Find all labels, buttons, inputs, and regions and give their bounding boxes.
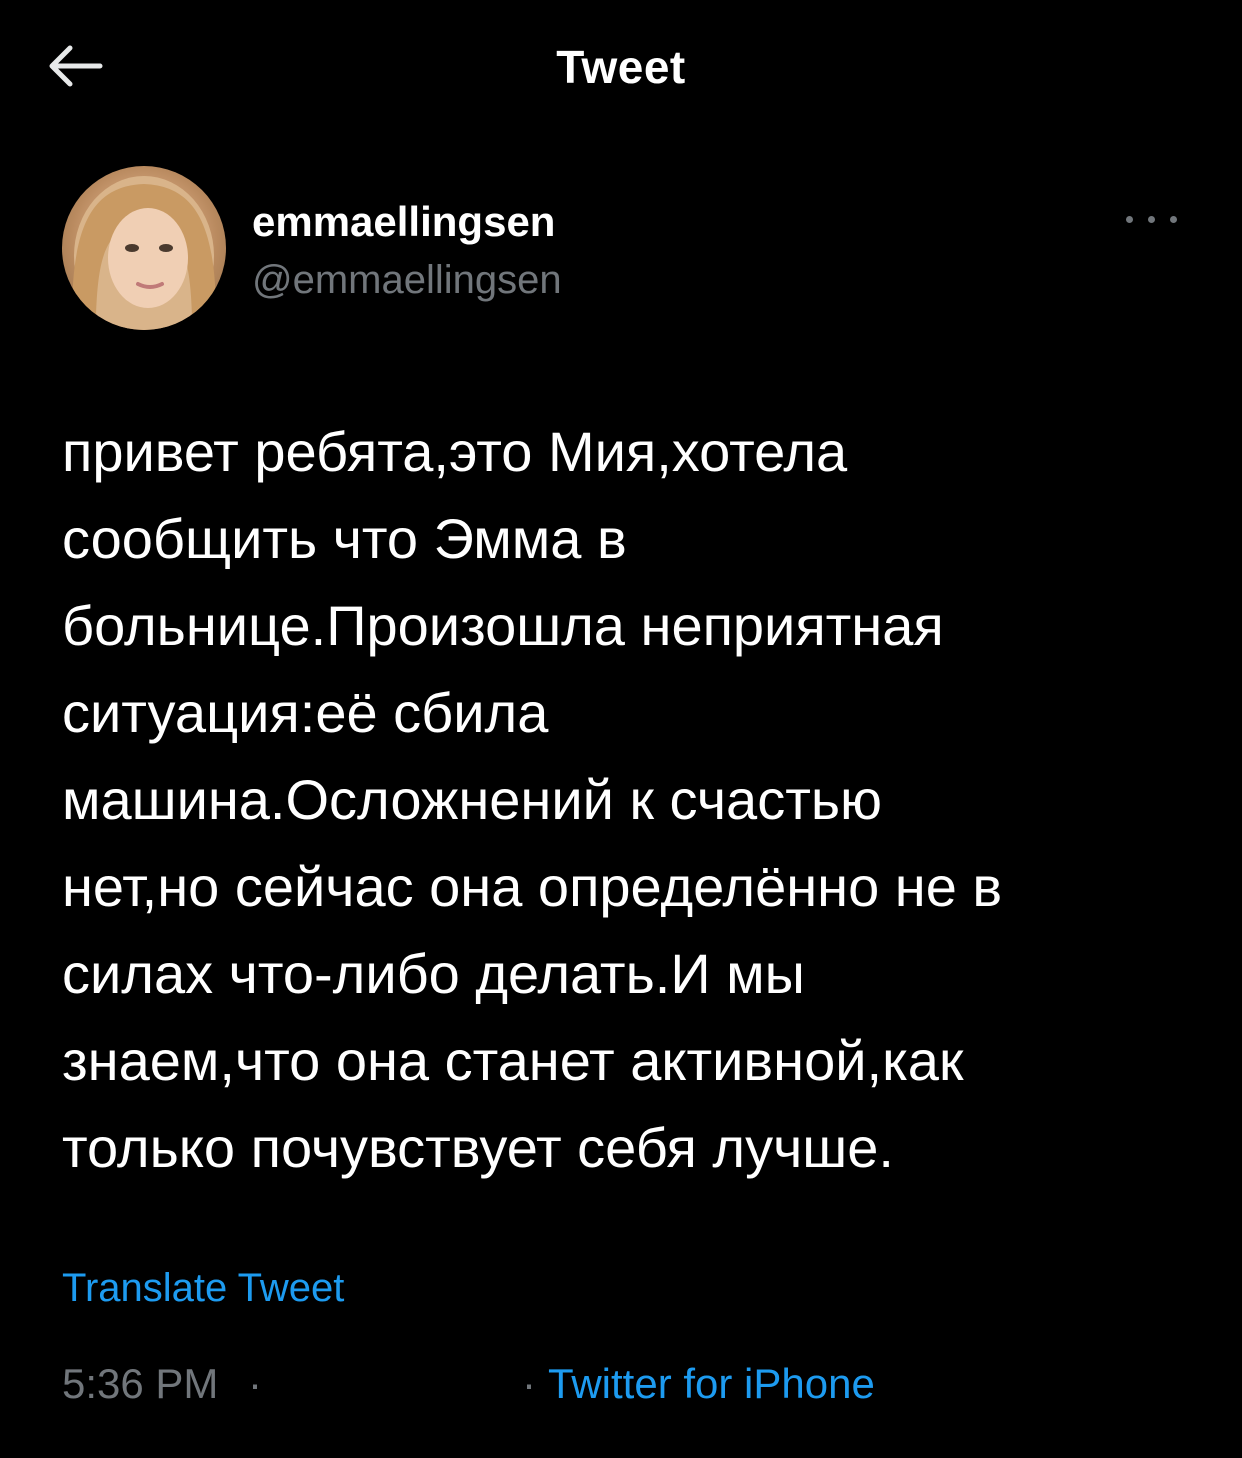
tweet-time: 5:36 PM [62,1360,219,1407]
tweet-source-link[interactable]: Twitter for iPhone [548,1360,875,1408]
avatar[interactable] [62,166,226,330]
tweet-meta: 5:36 PM · · Twitter for iPhone [62,1360,1182,1420]
more-horizontal-icon [1170,216,1177,223]
separator-dot: · [248,1360,262,1407]
tweet-author: emmaellingsen @emmaellingsen [62,166,1182,336]
more-horizontal-icon [1148,216,1155,223]
profile-photo-icon [72,176,216,330]
separator-dot: · [522,1360,536,1407]
more-horizontal-icon [1126,216,1133,223]
more-options-button[interactable] [1122,206,1182,232]
tweet-text: привет ребята,это Мия,хотела сообщить чт… [62,420,1003,1179]
page-title: Tweet [556,41,686,93]
user-handle[interactable]: @emmaellingsen [252,258,562,303]
top-bar: Tweet [0,0,1242,140]
translate-tweet-link[interactable]: Translate Tweet [62,1266,344,1311]
display-name[interactable]: emmaellingsen [252,198,555,246]
